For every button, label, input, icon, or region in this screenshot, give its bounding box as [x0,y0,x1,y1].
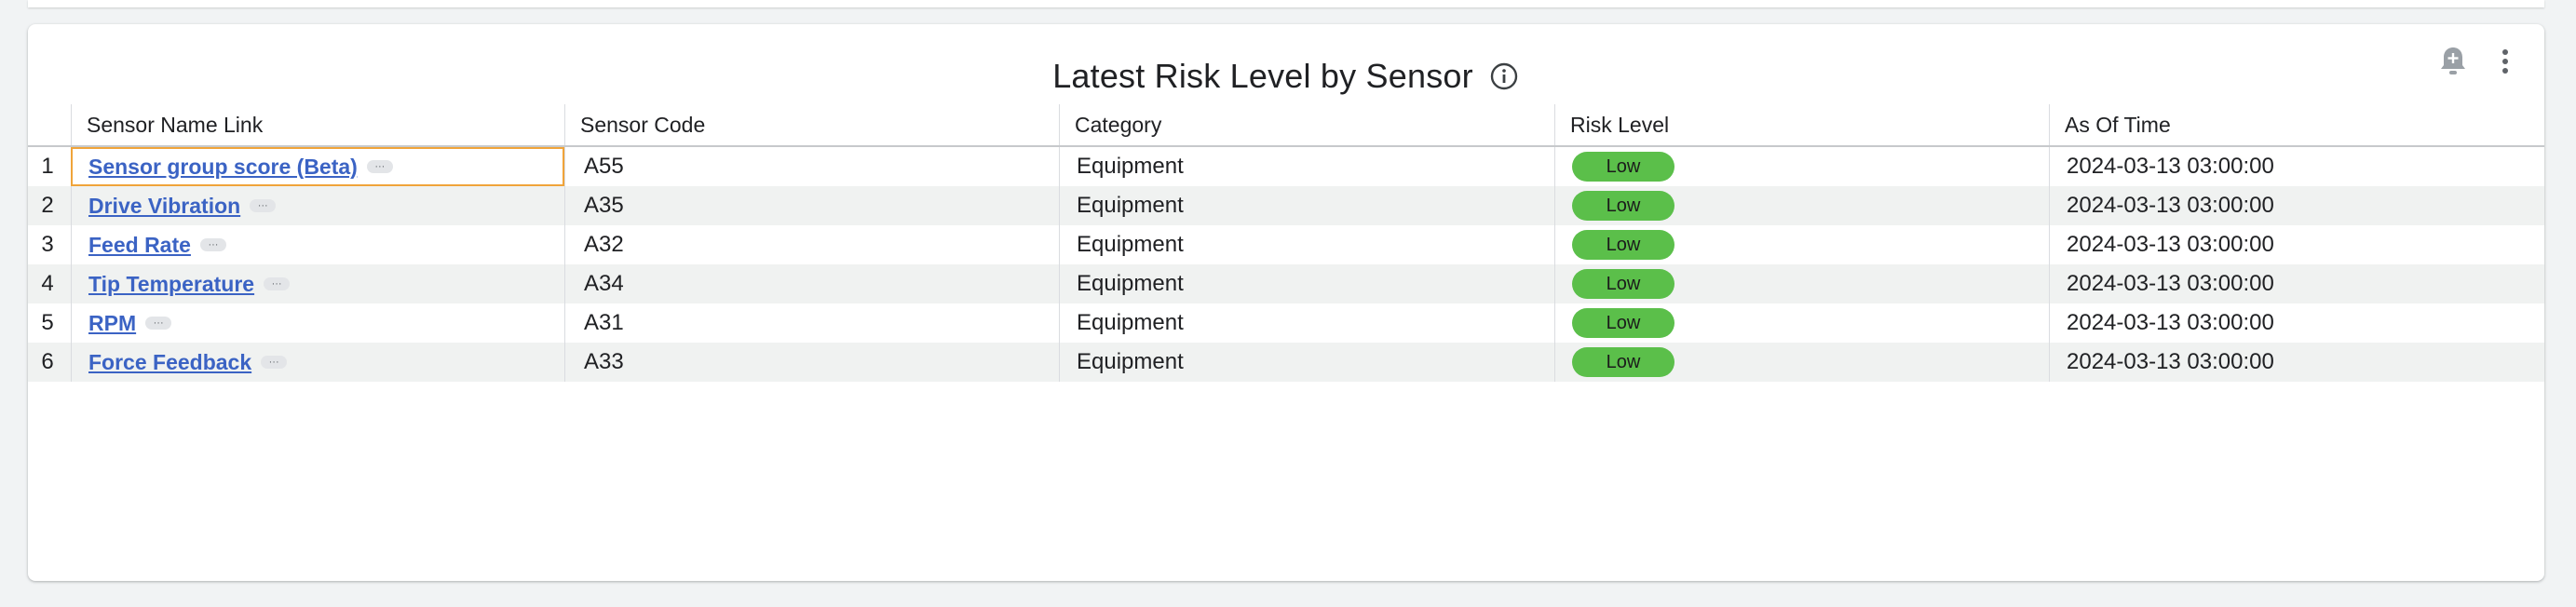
as-of-time-cell: 2024-03-13 03:00:00 [2049,186,2544,225]
as-of-time-cell: 2024-03-13 03:00:00 [2049,343,2544,382]
column-header-sensor-code[interactable]: Sensor Code [564,104,1059,145]
sensor-name-cell[interactable]: Feed Rate ··· [71,225,564,264]
table-row: 3 Feed Rate ··· A32 Equipment Low 2024-0… [28,225,2544,264]
table-row: 4 Tip Temperature ··· A34 Equipment Low … [28,264,2544,304]
widget-header: Latest Risk Level by Sensor [28,48,2544,104]
row-index: 5 [41,310,54,335]
sensor-name-cell[interactable]: Tip Temperature ··· [71,264,564,304]
row-index: 1 [41,154,54,179]
sensor-name-link[interactable]: Sensor group score (Beta) [88,155,358,180]
sensor-name-link[interactable]: Tip Temperature [88,272,254,297]
cell-more-button[interactable]: ··· [366,160,393,173]
risk-level-cell: Low [1554,304,2049,343]
as-of-time-cell: 2024-03-13 03:00:00 [2049,225,2544,264]
category-cell: Equipment [1059,225,1554,264]
more-vert-icon[interactable] [2488,41,2522,82]
table-row: 1 Sensor group score (Beta) ··· A55 Equi… [28,147,2544,186]
risk-level-badge: Low [1572,230,1674,260]
card-top-edge [28,0,2544,7]
data-table: Sensor Name Link Sensor Code Category Ri… [28,104,2544,382]
sensor-name-link[interactable]: Drive Vibration [88,194,240,219]
risk-level-cell: Low [1554,343,2049,382]
sensor-code-cell: A35 [564,186,1059,225]
risk-level-cell: Low [1554,186,2049,225]
sensor-code-cell: A33 [564,343,1059,382]
risk-level-badge: Low [1572,269,1674,299]
table-row: 2 Drive Vibration ··· A35 Equipment Low … [28,186,2544,225]
risk-level-cell: Low [1554,225,2049,264]
column-header-sensor-name-link[interactable]: Sensor Name Link [71,104,564,145]
category-cell: Equipment [1059,264,1554,304]
column-header-as-of-time[interactable]: As Of Time [2049,104,2544,145]
column-header-category[interactable]: Category [1059,104,1554,145]
sensor-name-cell[interactable]: RPM ··· [71,304,564,343]
table-row: 5 RPM ··· A31 Equipment Low 2024-03-13 0… [28,304,2544,343]
sensor-name-cell[interactable]: Sensor group score (Beta) ··· [71,147,564,186]
sensor-name-link[interactable]: Force Feedback [88,350,251,375]
risk-level-badge: Low [1572,308,1674,338]
row-index: 2 [41,193,54,218]
as-of-time-cell: 2024-03-13 03:00:00 [2049,264,2544,304]
cell-more-button[interactable]: ··· [261,356,288,369]
sensor-name-link[interactable]: RPM [88,311,136,336]
cell-more-button[interactable]: ··· [145,317,172,330]
risk-level-badge: Low [1572,191,1674,221]
sensor-name-cell[interactable]: Drive Vibration ··· [71,186,564,225]
risk-level-cell: Low [1554,147,2049,186]
sensor-code-cell: A55 [564,147,1059,186]
risk-level-badge: Low [1572,347,1674,377]
widget-toolbar [2436,41,2522,82]
as-of-time-cell: 2024-03-13 03:00:00 [2049,147,2544,186]
row-index: 4 [41,271,54,296]
sensor-name-cell[interactable]: Force Feedback ··· [71,343,564,382]
row-index: 3 [41,232,54,257]
add-alert-icon[interactable] [2436,41,2470,82]
risk-level-badge: Low [1572,152,1674,182]
sensor-code-cell: A31 [564,304,1059,343]
table-row: 6 Force Feedback ··· A33 Equipment Low 2… [28,343,2544,382]
widget-title: Latest Risk Level by Sensor [1052,57,1473,95]
cell-more-button[interactable]: ··· [250,199,277,212]
sensor-name-link[interactable]: Feed Rate [88,233,191,258]
table-header-row: Sensor Name Link Sensor Code Category Ri… [28,104,2544,147]
category-cell: Equipment [1059,186,1554,225]
as-of-time-cell: 2024-03-13 03:00:00 [2049,304,2544,343]
category-cell: Equipment [1059,304,1554,343]
sensor-code-cell: A32 [564,225,1059,264]
column-header-risk-level[interactable]: Risk Level [1554,104,2049,145]
cell-more-button[interactable]: ··· [199,238,226,251]
cell-more-button[interactable]: ··· [264,277,291,290]
category-cell: Equipment [1059,343,1554,382]
sensor-code-cell: A34 [564,264,1059,304]
info-icon[interactable] [1488,61,1520,92]
risk-level-cell: Low [1554,264,2049,304]
index-column-header [28,104,71,145]
table-widget-card: Latest Risk Level by Sensor Sensor Name … [28,24,2544,581]
row-index: 6 [41,349,54,374]
category-cell: Equipment [1059,147,1554,186]
